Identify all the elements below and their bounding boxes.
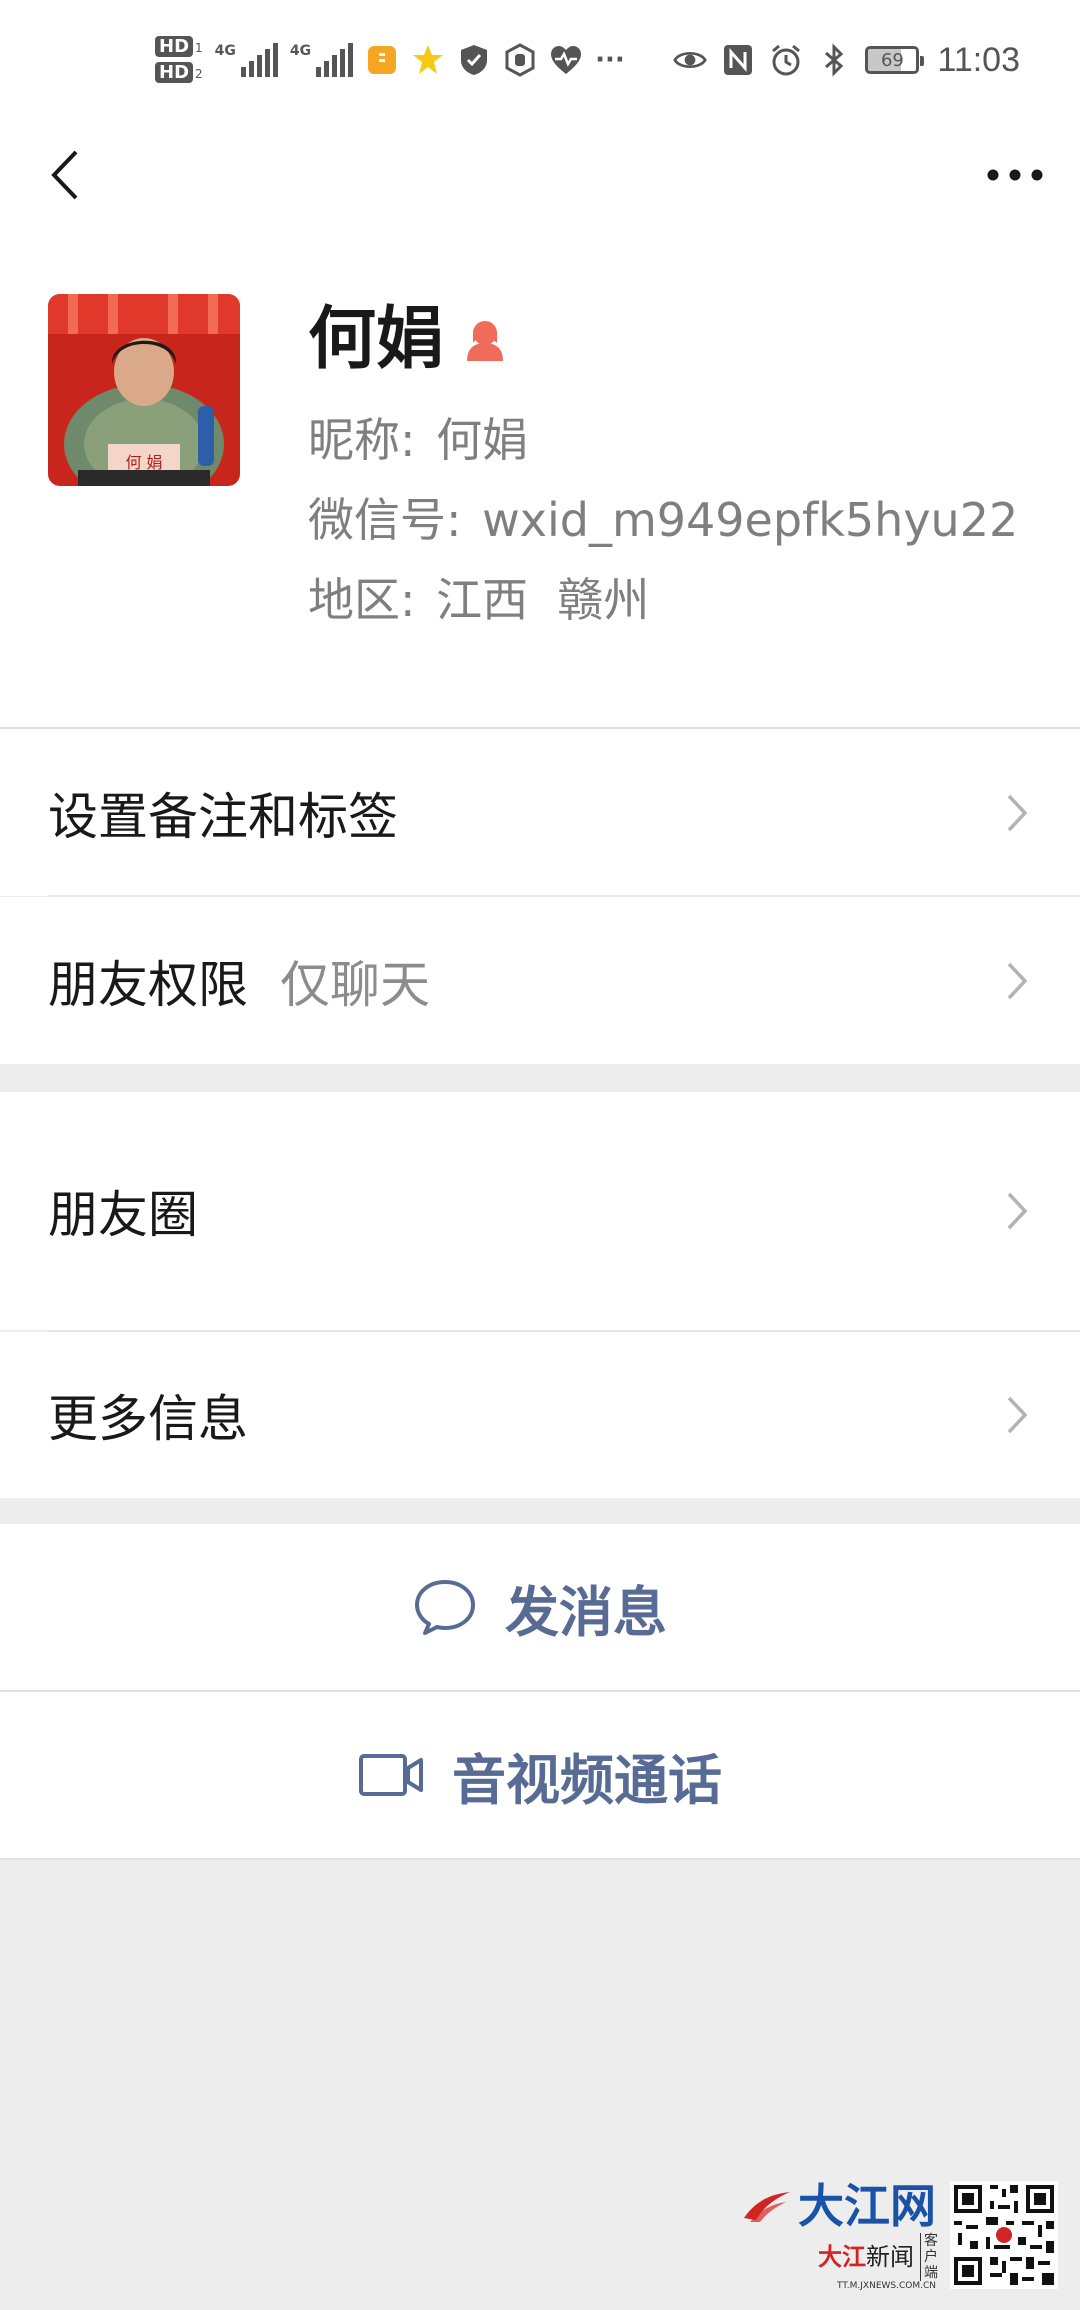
wechat-id-row: 微信号: wxid_m949epfk5hyu22	[308, 490, 1018, 550]
region-label: 地区:	[308, 573, 416, 627]
video-call-label: 音视频通话	[452, 1748, 722, 1812]
star-icon	[411, 43, 445, 77]
hd1-indicator: HD 1	[155, 36, 203, 58]
more-notifications-indicator: ···	[595, 45, 625, 75]
watermark-subtitle: 大江新闻	[818, 2243, 914, 2271]
news-watermark: 大江网 大江新闻 客户端 TT.M.JXNEWS.COM.CN	[742, 2179, 1062, 2291]
nickname-row: 昵称: 何娟	[308, 410, 528, 470]
hd-indicators: HD 1 HD 2	[155, 36, 203, 84]
moments-label: 朋友圈	[48, 1186, 198, 1244]
qr-code-icon	[950, 2181, 1058, 2289]
female-gender-icon	[467, 321, 504, 361]
hd2-indicator: HD 2	[155, 62, 203, 84]
battery-icon: 69	[865, 46, 925, 74]
watermark-text: 大江网 大江新闻 客户端 TT.M.JXNEWS.COM.CN	[742, 2179, 938, 2291]
friend-permissions-cell[interactable]: 朋友权限 仅聊天	[0, 897, 1080, 1064]
watermark-brand: 大江网	[798, 2179, 936, 2233]
signal-icon-2: 4G	[290, 43, 354, 77]
clock: 11:03	[937, 40, 1020, 79]
profile-header: 何 娟 何娟 昵称: 何娟 微信号: wxid_m949epfk5hyu22 地…	[0, 230, 1080, 728]
chevron-right-icon	[1007, 1192, 1028, 1230]
watermark-url: TT.M.JXNEWS.COM.CN	[837, 2281, 936, 2291]
region-row: 地区: 江西 赣州	[308, 570, 649, 630]
chevron-right-icon	[1007, 794, 1028, 831]
hand-icon	[503, 43, 537, 77]
video-call-button[interactable]: 音视频通话	[0, 1692, 1080, 1858]
wechat-id-label: 微信号:	[308, 493, 462, 547]
action-divider	[0, 1858, 1080, 1860]
status-right-group: 69 11:03	[673, 28, 1020, 92]
region-value: 江西 赣州	[436, 573, 650, 627]
name-row: 何娟	[308, 300, 508, 380]
nickname-value: 何娟	[436, 413, 529, 467]
signal-icon: 4G	[215, 43, 278, 77]
status-left-group: HD 1 HD 2 4G 4G ···	[155, 28, 625, 92]
back-button[interactable]	[30, 140, 100, 210]
more-options-button[interactable]	[980, 140, 1050, 210]
brand-swoosh-icon	[744, 2192, 790, 2222]
watermark-side-label: 客户端	[920, 2233, 938, 2281]
svg-text:何 娟: 何 娟	[125, 453, 162, 472]
friend-permissions-label: 朋友权限	[48, 955, 248, 1014]
chevron-left-icon	[51, 150, 78, 200]
send-message-label: 发消息	[505, 1580, 667, 1644]
chat-bubble-icon	[415, 1580, 475, 1635]
heart-rate-icon	[549, 43, 583, 77]
eye-icon	[673, 43, 708, 77]
remark-and-tags-cell[interactable]: 设置备注和标签	[0, 729, 1080, 896]
chevron-right-icon	[1007, 962, 1028, 999]
more-info-cell[interactable]: 更多信息	[0, 1332, 1080, 1498]
video-camera-icon	[359, 1754, 423, 1796]
more-info-label: 更多信息	[48, 1390, 248, 1448]
status-bar: HD 1 HD 2 4G 4G ··· 69 11:03	[0, 0, 1080, 120]
alarm-icon	[769, 43, 803, 77]
more-dots-icon	[987, 169, 1043, 181]
shield-icon	[457, 43, 491, 77]
remark-and-tags-label: 设置备注和标签	[48, 787, 398, 846]
avatar[interactable]: 何 娟	[48, 294, 240, 486]
contact-name: 何娟	[308, 300, 445, 379]
moments-cell[interactable]: 朋友圈	[0, 1092, 1080, 1330]
nfc-icon	[721, 43, 755, 77]
contact-profile-page: HD 1 HD 2 4G 4G ··· 69 11:03 何 娟 何娟 昵称: …	[0, 0, 1080, 2310]
nickname-label: 昵称:	[308, 413, 416, 467]
send-message-button[interactable]: 发消息	[0, 1524, 1080, 1690]
nav-bar	[0, 120, 1080, 230]
wechat-id-value: wxid_m949epfk5hyu22	[482, 493, 1019, 547]
bluetooth-icon	[817, 43, 851, 77]
chevron-right-icon	[1007, 1396, 1028, 1434]
app-notification-icon	[365, 43, 399, 77]
friend-permissions-value: 仅聊天	[280, 955, 430, 1014]
